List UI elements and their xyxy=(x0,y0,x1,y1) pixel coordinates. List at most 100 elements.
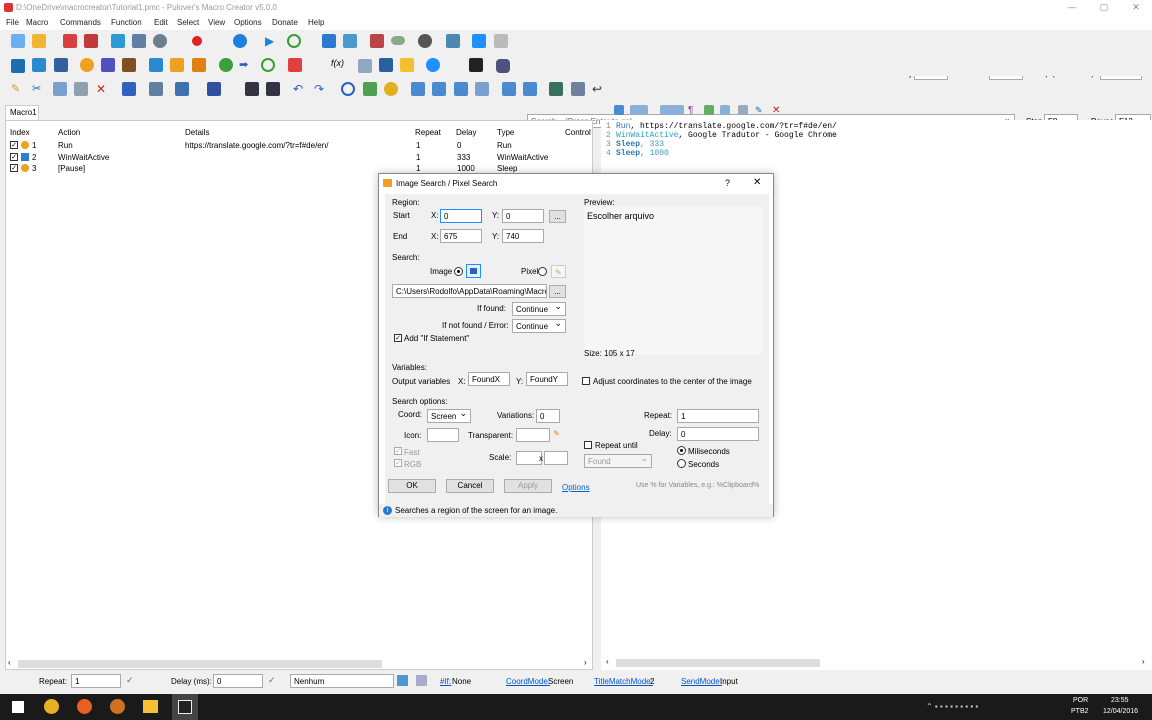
pencil-icon[interactable]: ✎ xyxy=(11,82,25,96)
repeat-field[interactable]: 1 xyxy=(677,409,759,423)
macro-creator-taskbar-icon[interactable] xyxy=(172,694,198,720)
col-index[interactable]: Index xyxy=(10,128,30,137)
find-icon[interactable] xyxy=(341,82,355,96)
indent-icon[interactable] xyxy=(660,105,684,115)
output-x-field[interactable]: FoundX xyxy=(468,372,510,386)
ie-icon[interactable] xyxy=(426,58,440,72)
highlight-icon[interactable] xyxy=(704,105,714,115)
network-icon[interactable] xyxy=(446,34,460,48)
scale-height-field[interactable] xyxy=(544,451,568,465)
menu-donate[interactable]: Donate xyxy=(272,18,298,27)
maximize-button[interactable]: ▢ xyxy=(1096,2,1112,14)
menu-options[interactable]: Options xyxy=(234,18,262,27)
table-row[interactable]: ✓ 2 WinWaitActive 1 333 WinWaitActive xyxy=(6,153,592,164)
table-row[interactable]: ✓ 1 Run https://translate.google.com/?tr… xyxy=(6,141,592,152)
dialog-close-button[interactable]: ✕ xyxy=(753,177,761,188)
col-type[interactable]: Type xyxy=(497,128,514,137)
code-scroll-left-arrow[interactable]: ‹ xyxy=(606,657,609,666)
tray-time[interactable]: 23:55 xyxy=(1111,697,1129,704)
icon-field[interactable] xyxy=(427,428,459,442)
coord-select[interactable]: Screen xyxy=(427,409,471,423)
pixel-radio[interactable] xyxy=(538,267,547,276)
mouse-icon[interactable] xyxy=(11,59,25,73)
col-details[interactable]: Details xyxy=(185,128,209,137)
path-browse-button[interactable]: ... xyxy=(549,285,566,298)
if-directive-label[interactable]: #If: xyxy=(440,677,451,686)
play-icon[interactable]: ▶ xyxy=(265,34,279,48)
pixel-icon[interactable] xyxy=(192,58,206,72)
align-icon[interactable] xyxy=(245,82,259,96)
undo-icon[interactable]: ↶ xyxy=(293,82,307,96)
row-checkbox[interactable]: ✓ xyxy=(10,153,18,161)
justify-icon[interactable] xyxy=(266,82,280,96)
arrow-right-icon[interactable]: ➡ xyxy=(239,58,253,72)
file-explorer-icon[interactable] xyxy=(143,700,158,713)
if-found-select[interactable]: Continue xyxy=(512,302,566,316)
grid-icon[interactable] xyxy=(54,58,68,72)
split-icon[interactable] xyxy=(571,82,585,96)
play-circle-icon[interactable] xyxy=(233,34,247,48)
export-icon[interactable] xyxy=(111,34,125,48)
adjust-center-checkbox[interactable] xyxy=(582,377,590,385)
function-icon[interactable]: f(x) xyxy=(331,58,345,72)
seconds-radio[interactable] xyxy=(677,459,686,468)
coord-mode-label[interactable]: CoordMode: xyxy=(506,677,550,686)
tray-language[interactable]: POR xyxy=(1073,697,1088,704)
run-icon[interactable] xyxy=(219,58,233,72)
timer-icon[interactable] xyxy=(287,34,301,48)
tab-macro1[interactable]: Macro1 xyxy=(5,105,39,120)
col-repeat[interactable]: Repeat xyxy=(415,128,441,137)
select-icon[interactable] xyxy=(122,82,136,96)
text-tool-icon[interactable] xyxy=(343,34,357,48)
chrome-icon[interactable] xyxy=(44,699,59,714)
if-not-found-select[interactable]: Continue xyxy=(512,319,566,333)
loop-icon[interactable] xyxy=(288,58,302,72)
wrap-icon[interactable] xyxy=(720,105,730,115)
power-icon[interactable] xyxy=(418,34,432,48)
apply-button[interactable]: Apply xyxy=(504,479,552,493)
menu-function[interactable]: Function xyxy=(111,18,142,27)
repeat-until-checkbox[interactable] xyxy=(584,441,592,449)
toggle-icon[interactable] xyxy=(391,36,405,45)
save-icon[interactable] xyxy=(63,34,77,48)
row-checkbox[interactable]: ✓ xyxy=(10,141,18,149)
windows-start-icon[interactable] xyxy=(12,701,24,713)
record-icon[interactable] xyxy=(192,36,202,46)
cmd-icon[interactable] xyxy=(469,58,483,72)
send-mode-label[interactable]: SendMode: xyxy=(681,677,722,686)
message-icon[interactable] xyxy=(101,58,115,72)
menu-commands[interactable]: Commands xyxy=(60,18,101,27)
repeat-until-select[interactable]: Found xyxy=(584,454,652,468)
copy-code-icon[interactable] xyxy=(738,105,748,115)
save-as-icon[interactable] xyxy=(84,34,98,48)
pause-icon[interactable] xyxy=(80,58,94,72)
region-browse-button[interactable]: ... xyxy=(549,210,566,223)
variations-field[interactable]: 0 xyxy=(536,409,560,423)
scroll-right-arrow[interactable]: › xyxy=(584,658,587,667)
add-if-checkbox[interactable]: ✓ xyxy=(394,334,402,342)
folder-icon[interactable] xyxy=(400,58,414,72)
menu-edit[interactable]: Edit xyxy=(154,18,168,27)
expand-icon[interactable] xyxy=(502,82,516,96)
apply-delay-check-icon[interactable]: ✓ xyxy=(268,675,280,687)
rgb-checkbox[interactable]: ✓ xyxy=(394,459,402,467)
scroll-left-arrow[interactable]: ‹ xyxy=(8,658,11,667)
code-tool-icon[interactable] xyxy=(614,105,624,115)
options-link[interactable]: Options xyxy=(562,483,590,492)
help-button[interactable]: ? xyxy=(725,178,730,188)
sync-icon[interactable] xyxy=(630,105,648,115)
image-icon[interactable] xyxy=(170,58,184,72)
end-x-field[interactable]: 675 xyxy=(440,229,482,243)
hotkey-set-icon[interactable] xyxy=(397,675,408,686)
edit-row-icon[interactable] xyxy=(475,82,489,96)
title-match-mode-label[interactable]: TitleMatchMode: xyxy=(594,677,653,686)
tray-icons[interactable]: ⌃ ▪ ▪ ▪ ▪ ▪ ▪ ▪ ▪ ▪ xyxy=(926,702,978,711)
move-row-icon[interactable] xyxy=(454,82,468,96)
return-icon[interactable]: ↩ xyxy=(592,82,606,96)
cut-icon[interactable]: ✂ xyxy=(32,82,46,96)
ok-button[interactable]: OK xyxy=(388,479,436,493)
basketball-icon[interactable] xyxy=(110,699,125,714)
new-file-icon[interactable] xyxy=(11,34,25,48)
mail-icon[interactable] xyxy=(358,59,372,73)
delete-icon[interactable]: ✕ xyxy=(96,82,110,96)
